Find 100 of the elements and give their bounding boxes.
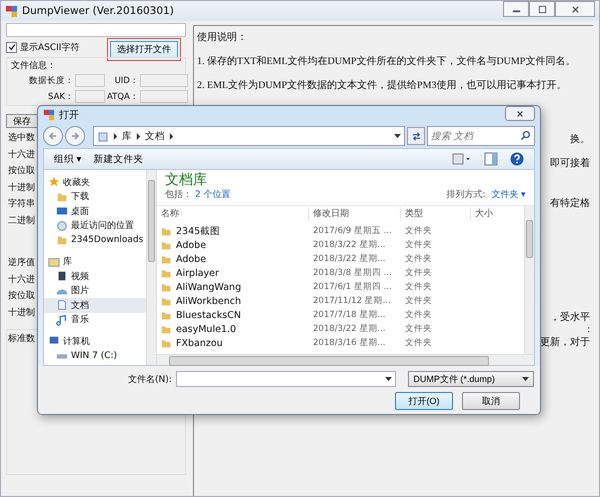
instruction-text: ，受水平 [550, 310, 590, 324]
window-title: DumpViewer (Ver.20160301) [22, 5, 174, 17]
row-label: 逆序值 [8, 256, 35, 270]
instruction-text: 使用说明： [197, 31, 248, 44]
breadcrumb-item[interactable]: 库 [122, 130, 132, 142]
dialog-button[interactable]: 打开(O) [395, 392, 453, 410]
column-header[interactable]: 类型 [401, 207, 471, 220]
nav-item[interactable]: WIN 7 (C:) [44, 348, 146, 363]
folder-icon [161, 268, 172, 278]
table-cell-text: 2017/7/18 星期... [312, 309, 386, 321]
file-name[interactable]: Adobe [176, 254, 206, 264]
library-icon [97, 130, 109, 142]
table-cell-text: 2017/6/1 星期四 ... [312, 281, 393, 293]
chevron-icon [113, 132, 118, 140]
info-field[interactable] [140, 90, 188, 103]
nav-item[interactable]: 桌面 [44, 204, 146, 218]
nav-item[interactable]: 音乐 [44, 312, 146, 327]
breadcrumb-item[interactable]: 文档 [145, 130, 165, 142]
table-cell-text: 2018/3/22 星期... [312, 239, 386, 251]
folder-icon [161, 282, 172, 292]
help-button[interactable] [510, 152, 524, 166]
row-label: 字符串 [8, 198, 35, 211]
column-header[interactable]: 大小 [471, 207, 524, 220]
folder-icon [161, 324, 172, 334]
refresh-button[interactable] [407, 127, 425, 145]
file-name[interactable]: Airplayer [176, 268, 219, 278]
file-name[interactable]: BluestacksCN [176, 310, 241, 320]
dropdown-icon[interactable] [394, 134, 401, 138]
table-cell-text: 2018/3/22 星期... [312, 253, 386, 265]
forward-arrow-icon [70, 131, 80, 141]
row-label: 二进制 [8, 214, 35, 228]
close-button[interactable] [555, 1, 595, 17]
music-icon [56, 314, 68, 326]
row-label: 选中数 [8, 132, 35, 145]
close-button[interactable] [505, 106, 535, 121]
file-name[interactable]: AliWangWang [176, 282, 242, 292]
search-field[interactable]: 搜索 文档 [427, 126, 535, 146]
arrange-dropdown[interactable]: 文件夹 ▾ [491, 188, 526, 201]
folder-icon [161, 240, 172, 250]
file-type-dropdown[interactable]: DUMP文件 (*.dump) [408, 371, 534, 387]
table-cell-text: 文件夹 [404, 267, 433, 279]
instruction-text: : [587, 324, 590, 335]
instruction-text: 有特定格 [550, 196, 590, 210]
row-label: 十进制 [8, 182, 35, 194]
row-label: 十六进 [8, 274, 35, 286]
nav-item[interactable]: 视频 [44, 269, 146, 284]
field-label: SAK： [48, 90, 74, 102]
info-field[interactable] [140, 74, 188, 87]
file-name[interactable]: AliWorkbench [176, 296, 241, 306]
info-field[interactable] [75, 74, 105, 87]
field-label: ATQA： [107, 90, 139, 102]
table-cell-text: 2017/11/12 星期... [312, 295, 392, 307]
view-options-button[interactable] [452, 153, 472, 165]
table-cell-text: 文件夹 [404, 295, 433, 307]
close-icon [570, 4, 580, 14]
row-label: 按位取 [8, 290, 35, 303]
scrollbar[interactable] [524, 206, 534, 354]
refresh-icon [410, 130, 422, 142]
forward-button[interactable] [65, 126, 85, 146]
maximize-icon [538, 4, 546, 14]
caret-icon [522, 376, 529, 382]
table-cell-text: 文件夹 [404, 239, 433, 251]
column-header[interactable]: 修改日期 [309, 207, 401, 220]
field-label: UID： [114, 74, 139, 86]
group-title: 文件信息： [11, 60, 57, 72]
back-button[interactable] [43, 126, 63, 146]
horizontal-scrollbar[interactable] [157, 354, 534, 365]
info-field[interactable] [75, 90, 105, 103]
file-name[interactable]: FXbanzou [176, 338, 223, 348]
filename-label: 文件名(N): [128, 374, 172, 386]
toolbar-button[interactable]: 组织 ▾ [54, 152, 82, 166]
nav-item[interactable]: 文档 [44, 298, 146, 312]
folder-icon [161, 310, 172, 320]
file-name[interactable]: easyMule1.0 [176, 324, 236, 334]
nav-item[interactable]: 计算机 [44, 334, 146, 348]
locations-link[interactable]: 2 个位置 [195, 188, 231, 201]
preview-pane-button[interactable] [484, 152, 498, 166]
library-title: 文档库 [165, 172, 207, 188]
checkbox[interactable] [6, 42, 17, 52]
maximize-button[interactable] [529, 1, 555, 17]
dialog-button[interactable]: 取消 [462, 392, 520, 410]
file-name[interactable]: Adobe [176, 240, 206, 250]
nav-item[interactable]: 库 [44, 254, 146, 269]
folder-icon [161, 296, 172, 306]
filename-field[interactable] [176, 371, 396, 387]
scrollbar[interactable] [146, 170, 156, 365]
minimize-button[interactable] [503, 1, 529, 17]
nav-item[interactable]: 图片 [44, 284, 146, 298]
toolbar-button[interactable]: 新建文件夹 [94, 152, 144, 166]
nav-item[interactable]: 下载 [44, 190, 146, 204]
table-cell-text: 文件夹 [404, 281, 433, 293]
file-name[interactable]: 2345截图 [176, 224, 220, 238]
chevron-icon [136, 132, 141, 140]
nav-item[interactable]: 收藏夹 [44, 175, 146, 190]
table-cell-text: 文件夹 [404, 337, 433, 349]
chevron-icon [169, 132, 174, 140]
column-header[interactable]: 名称 [157, 207, 309, 220]
text-field[interactable] [6, 23, 186, 37]
nav-item[interactable]: 2345Downloads [44, 233, 146, 248]
nav-item[interactable]: 最近访问的位置 [44, 218, 146, 233]
